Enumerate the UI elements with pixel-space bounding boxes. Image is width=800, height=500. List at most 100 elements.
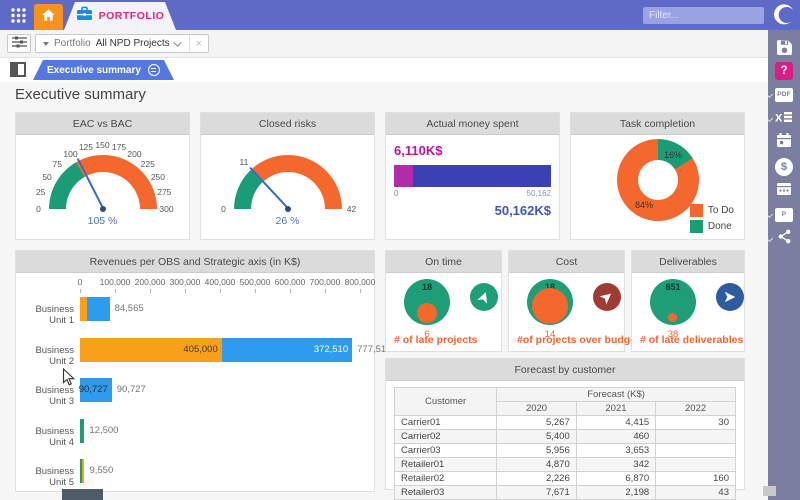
panel-actual-money-spent: Actual money spent 6,110K$ 0 50,162 50,1… — [385, 112, 560, 240]
forecast-row: Carrier025,400460 — [395, 430, 736, 444]
panel-eac-vs-bac: EAC vs BAC 105 % 02550751001251501752002… — [15, 112, 190, 240]
chevron-down-icon[interactable] — [766, 115, 773, 122]
on-time-arrow-icon — [470, 283, 498, 311]
forecast-customer-cell: Carrier01 — [395, 416, 497, 430]
kpi-total-circle: 18 — [404, 279, 450, 325]
forecast-value-cell: 2,226 — [497, 472, 576, 486]
save-button[interactable] — [768, 36, 800, 58]
forecast-customer-cell: Carrier03 — [395, 444, 497, 458]
home-tab[interactable] — [34, 4, 63, 30]
view-options-button[interactable] — [7, 34, 31, 53]
partial-hidden-panel — [62, 489, 103, 500]
forecast-customer-cell: Carrier02 — [395, 430, 497, 444]
forecast-value-cell: 7,671 — [497, 486, 576, 500]
gauge-pivot — [285, 206, 291, 212]
export-excel-button[interactable]: X — [768, 108, 800, 130]
bar-category-label: Business Unit 4 — [18, 426, 74, 448]
x-axis-tick-mark — [150, 289, 151, 293]
money-spent-segment — [394, 165, 413, 187]
tab-portfolio-label: PORTFOLIO — [99, 10, 165, 22]
gauge-pivot — [100, 206, 106, 212]
forecast-value-cell: 43 — [656, 486, 736, 500]
chevron-down-icon[interactable] — [766, 211, 773, 218]
gauge-eac-vs-bac: 105 % 0255075100125150175200225250275300 — [28, 137, 178, 237]
gauge-tick-label: 300 — [159, 204, 173, 214]
forecast-value-cell: 460 — [576, 430, 655, 444]
calendar-button[interactable] — [768, 132, 800, 154]
x-axis-tick-mark — [220, 289, 221, 293]
portfolio-picker[interactable]: Portfolio All NPD Projects × — [35, 34, 209, 53]
x-axis-tick-label: 800,000 — [345, 277, 376, 287]
forecast-col-year: 2022 — [656, 402, 736, 416]
export-pdf-button[interactable]: PDF — [768, 84, 800, 106]
money-total-label: 50,162K$ — [394, 203, 551, 218]
donut-hole — [638, 160, 678, 200]
bar-total-label: 9,550 — [89, 459, 113, 483]
x-axis-tick-mark — [80, 289, 81, 293]
export-powerpoint-button[interactable]: P — [768, 204, 800, 226]
picker-value[interactable]: All NPD Projects — [96, 38, 176, 49]
forecast-customer-cell: Retailer03 — [395, 486, 497, 500]
help-button[interactable]: ? — [768, 60, 800, 82]
help-icon: ? — [775, 62, 793, 80]
x-axis-tick-label: 700,000 — [310, 277, 341, 287]
forecast-row: Carrier035,9563,653 — [395, 444, 736, 458]
gauge-value-label: 105 % — [28, 215, 178, 227]
forecast-row: Retailer022,2266,870160 — [395, 472, 736, 486]
forecast-value-cell: 4,415 — [576, 416, 655, 430]
x-axis-tick-mark — [185, 289, 186, 293]
panel-title: Cost — [509, 251, 624, 273]
gauge-tick-label: 100 — [63, 149, 77, 159]
bar-total-label: 777,51 — [357, 338, 386, 362]
gauge-tick-label: 125 — [79, 142, 93, 152]
cost-button[interactable]: $ — [768, 156, 800, 178]
panel-task-completion: Task completion 16% 84% To Do Done — [570, 112, 745, 240]
x-axis-tick-label: 100,000 — [100, 277, 131, 287]
donut-legend: To Do Done — [690, 201, 734, 233]
forecast-value-cell: 5,267 — [497, 416, 576, 430]
legend-label-done: Done — [708, 221, 732, 232]
forecast-value-cell — [656, 430, 736, 444]
chevron-down-icon[interactable] — [766, 91, 773, 98]
clear-selection-button[interactable]: × — [189, 35, 208, 52]
apps-grid-icon[interactable] — [10, 7, 27, 24]
panel-title: Forecast by customer — [386, 359, 744, 381]
picker-expand-icon[interactable] — [43, 42, 49, 46]
tab-portfolio[interactable]: PORTFOLIO — [64, 2, 176, 30]
share-icon — [777, 229, 792, 249]
export-powerpoint-icon: P — [775, 208, 793, 222]
forecast-col-group: Forecast (K$) — [497, 388, 736, 402]
panel-title: EAC vs BAC — [16, 113, 189, 135]
export-excel-icon: X — [775, 110, 793, 129]
tab-executive-summary[interactable]: Executive summary — [33, 60, 174, 80]
gauge-tick-label: 275 — [157, 187, 171, 197]
x-axis-tick-label: 200,000 — [135, 277, 166, 287]
bar-segment-label: 90,727 — [79, 378, 108, 402]
schedule-button[interactable] — [768, 180, 800, 202]
x-axis-tick-label: 0 — [78, 277, 83, 287]
page-title: Executive summary — [15, 86, 146, 103]
bar-category-label: Business Unit 5 — [18, 466, 74, 488]
gauge-tick-label: 0 — [36, 204, 41, 214]
gauge-tick-label: 25 — [36, 187, 45, 197]
x-axis-tick-mark — [325, 289, 326, 293]
dollar-icon: $ — [775, 158, 793, 176]
bar-segment — [87, 297, 110, 321]
forecast-row: Retailer037,6712,19843 — [395, 486, 736, 500]
panel-title: Task completion — [571, 113, 744, 135]
collapse-panel-icon[interactable] — [10, 62, 26, 77]
gauge-tick-label: 11 — [240, 157, 249, 167]
share-button[interactable] — [768, 228, 800, 250]
filter-input[interactable] — [643, 7, 764, 24]
x-axis-tick-mark — [360, 289, 361, 293]
chevron-down-icon[interactable] — [766, 235, 773, 242]
forecast-table-body: Carrier015,2674,41530Carrier025,400460Ca… — [395, 416, 736, 500]
logo-crescent-icon[interactable] — [772, 3, 796, 27]
legend-swatch-done — [690, 220, 703, 233]
resize-handle[interactable] — [763, 486, 776, 496]
svg-text:X: X — [775, 112, 783, 124]
picker-label: Portfolio — [54, 38, 91, 49]
dashboard: Executive summary EAC vs BAC 105 % 0 25 50… — [0, 82, 768, 500]
tab-menu-icon[interactable] — [148, 64, 160, 76]
panel-forecast: Forecast by customer Customer Forecast (… — [385, 358, 745, 490]
